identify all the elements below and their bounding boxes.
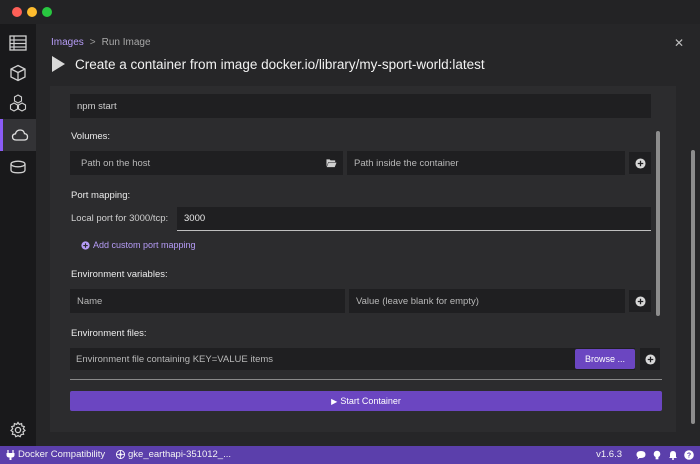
docker-compatibility-label: Docker Compatibility [18,449,106,460]
database-icon [10,160,26,174]
sidebar-item-pods[interactable] [0,87,36,119]
breadcrumb-images-link[interactable]: Images [51,37,84,48]
environment-files-label: Environment files: [71,328,147,339]
lightbulb-icon[interactable] [652,450,662,460]
add-custom-port-mapping-link[interactable]: Add custom port mapping [81,240,196,250]
environment-variables-label: Environment variables: [71,269,168,280]
form-scrollbar[interactable] [656,131,660,316]
page-title: Create a container from image docker.io/… [75,56,485,72]
close-icon[interactable]: ✕ [674,36,684,50]
volume-container-path-field[interactable]: Path inside the container [347,151,625,175]
command-field[interactable]: npm start [70,94,651,118]
volume-host-path-field[interactable]: Path on the host [70,151,343,175]
sidebar-item-containers[interactable] [0,57,36,89]
app-window: Images > Run Image ✕ Create a container fr… [0,0,700,464]
title-bar [0,0,700,24]
add-volume-button[interactable] [629,152,651,174]
add-env-variable-button[interactable] [629,290,651,312]
status-bar: Docker Compatibility gke_earthapi-351012… [0,446,700,464]
sidebar-item-dashboard[interactable] [0,27,36,59]
bell-icon[interactable] [668,450,678,460]
plus-circle-icon [644,353,656,365]
play-icon [52,56,65,72]
run-image-form: npm start Volumes: Path on the host Path… [50,86,676,432]
local-port-input[interactable]: 3000 [177,207,651,231]
breadcrumb: Images > Run Image [51,37,151,48]
kubernetes-context-item[interactable]: gke_earthapi-351012_... [116,449,231,460]
svg-text:?: ? [687,452,691,459]
add-env-file-button[interactable] [640,348,660,370]
page-title-row: Create a container from image docker.io/… [49,55,485,73]
status-bar-right: v1.6.3 ? [596,449,694,460]
cloud-icon [11,129,28,141]
plus-circle-icon [634,295,646,307]
page-header: Images > Run Image ✕ Create a container fr… [36,24,700,86]
kubernetes-icon [116,450,125,459]
browse-button[interactable]: Browse ... [575,349,635,369]
minimize-window-button[interactable] [27,7,37,17]
sidebar-item-settings[interactable] [0,414,36,446]
form-divider [70,379,662,380]
env-value-field[interactable]: Value (leave blank for empty) [349,289,625,313]
folder-open-icon[interactable] [326,158,337,168]
chat-icon[interactable] [636,450,646,460]
volumes-label: Volumes: [71,131,111,142]
play-icon: ▶ [331,396,338,406]
start-container-label: Start Container [340,396,401,406]
env-file-field[interactable]: Environment file containing KEY=VALUE it… [70,348,635,370]
env-name-field[interactable]: Name [70,289,345,313]
sidebar-item-images[interactable] [0,119,36,151]
breadcrumb-separator: > [89,37,96,48]
volume-host-placeholder: Path on the host [81,157,151,169]
local-port-label: Local port for 3000/tcp: [71,213,169,224]
start-container-button[interactable]: ▶ Start Container [70,391,662,411]
port-mapping-label: Port mapping: [71,190,131,201]
zoom-window-button[interactable] [42,7,52,17]
kubernetes-context-label: gke_earthapi-351012_... [128,449,231,460]
version-label: v1.6.3 [596,449,622,460]
close-window-button[interactable] [12,7,22,17]
sidebar [0,24,36,446]
plus-circle-icon [81,240,90,250]
add-custom-port-mapping-label: Add custom port mapping [93,240,196,250]
cube-icon [10,64,26,82]
page-scrollbar[interactable] [691,150,695,424]
breadcrumb-current: Run Image [101,37,151,48]
help-icon[interactable]: ? [684,449,694,460]
plug-icon [6,449,15,460]
cubes-icon [9,94,27,112]
plus-circle-icon [634,157,646,169]
gear-icon [10,421,26,438]
dashboard-icon [9,35,27,51]
sidebar-item-volumes[interactable] [0,151,36,183]
docker-compatibility-item[interactable]: Docker Compatibility [6,449,105,460]
